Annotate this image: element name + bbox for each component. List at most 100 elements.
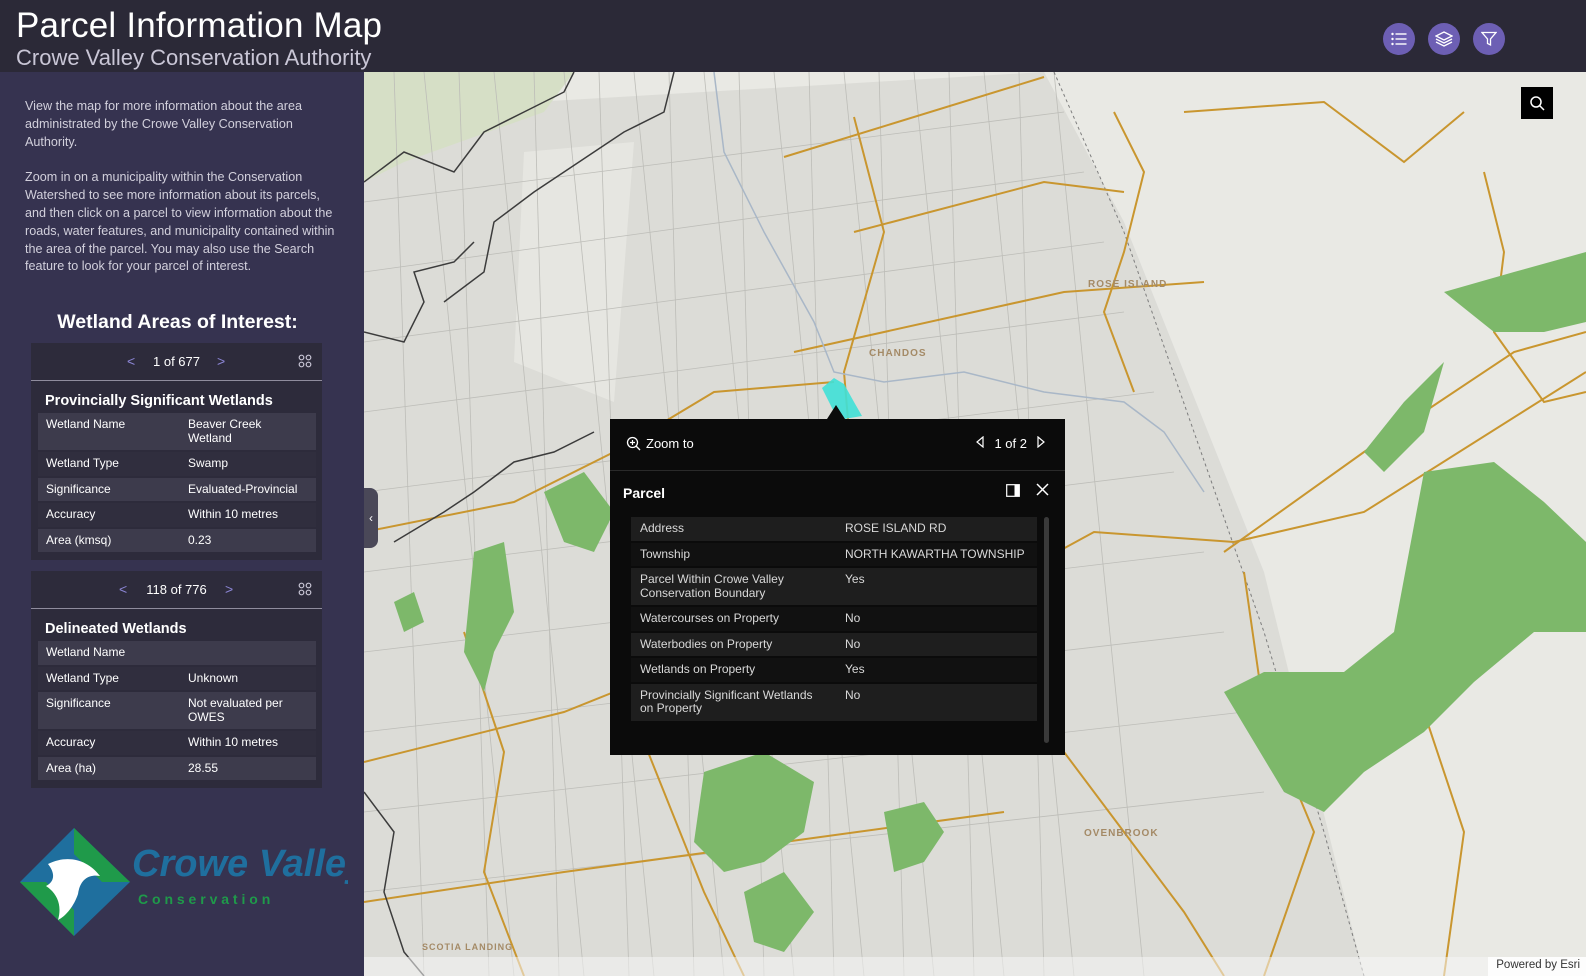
field-value: No <box>836 683 1037 721</box>
dock-icon[interactable] <box>1006 484 1020 497</box>
field-key: Watercourses on Property <box>631 607 836 631</box>
app-header: Parcel Information Map Crowe Valley Cons… <box>0 0 1586 72</box>
field-key: Significance <box>38 692 180 729</box>
field-key: Area (ha) <box>38 756 180 780</box>
zoom-to-button[interactable]: Zoom to <box>626 436 694 451</box>
intro-paragraph-2: Zoom in on a municipality within the Con… <box>25 170 335 274</box>
field-key: Provincially Significant Wetlands on Pro… <box>631 683 836 721</box>
field-value: 28.55 <box>180 756 316 780</box>
table-row: Area (kmsq) 0.23 <box>38 528 316 552</box>
field-value: Within 10 metres <box>180 503 316 527</box>
layers-icon <box>1435 31 1453 47</box>
zoom-in-icon <box>626 436 641 451</box>
collapse-panel-button[interactable]: ‹ <box>364 488 378 548</box>
field-key: Accuracy <box>38 503 180 527</box>
intro-paragraph-1: View the map for more information about … <box>25 99 302 149</box>
popup-scrollbar[interactable] <box>1044 517 1049 743</box>
table-row: Accuracy Within 10 metres <box>38 731 316 755</box>
logo-title: Crowe Valley <box>132 843 348 885</box>
field-value: Swamp <box>180 452 316 476</box>
list-button[interactable] <box>1383 23 1415 55</box>
table-row: Parcel Within Crowe Valley Conservation … <box>631 568 1037 605</box>
map-label: OVENBROOK <box>1084 828 1159 839</box>
popup-title: Parcel <box>623 485 666 501</box>
delineated-next-button[interactable]: > <box>225 581 233 597</box>
table-row: Area (ha) 28.55 <box>38 756 316 780</box>
field-value: 0.23 <box>180 528 316 552</box>
caret-left-icon <box>976 435 985 449</box>
esri-attribution[interactable]: Powered by Esri <box>1488 957 1586 976</box>
field-value: NORTH KAWARTHA TOWNSHIP <box>836 542 1037 566</box>
delineated-count: 118 of 776 <box>146 582 207 597</box>
psw-count: 1 of 677 <box>153 354 200 369</box>
field-value: Not evaluated per OWES <box>180 692 316 729</box>
field-value: Within 10 metres <box>180 731 316 755</box>
map-label: SCOTIA LANDING <box>422 942 514 952</box>
table-row: Address ROSE ISLAND RD <box>631 517 1037 541</box>
psw-next-button[interactable]: > <box>217 353 225 369</box>
table-row: Provincially Significant Wetlands on Pro… <box>631 683 1037 721</box>
delineated-table: Wetland Name Wetland Type Unknown Signifi… <box>38 639 316 782</box>
psw-card: < 1 of 677 > Provincially Significant We… <box>31 343 322 560</box>
psw-title: Provincially Significant Wetlands <box>45 393 273 409</box>
filter-icon <box>1481 31 1497 47</box>
field-value <box>180 641 316 665</box>
parcel-popup: Zoom to 1 of 2 Parcel Address ROSE ISLAND… <box>610 419 1065 755</box>
field-value: Yes <box>836 568 1037 605</box>
field-key: Wetland Type <box>38 666 180 690</box>
table-row: Waterbodies on Property No <box>631 632 1037 656</box>
table-row: Wetland Type Unknown <box>38 666 316 690</box>
field-value: Beaver Creek Wetland <box>180 413 316 450</box>
field-key: Significance <box>38 477 180 501</box>
table-row: Accuracy Within 10 metres <box>38 503 316 527</box>
table-row: Wetland Name Beaver Creek Wetland <box>38 413 316 450</box>
next-feature-button[interactable] <box>1037 435 1045 451</box>
popup-toolbar: Zoom to 1 of 2 <box>610 419 1065 471</box>
app-title: Parcel Information Map <box>16 6 383 45</box>
close-icon[interactable] <box>1035 482 1050 497</box>
popup-pointer <box>827 405 845 419</box>
layers-button[interactable] <box>1428 23 1460 55</box>
psw-table: Wetland Name Beaver Creek Wetland Wetland… <box>38 411 316 554</box>
caret-right-icon <box>1037 435 1045 449</box>
field-key: Parcel Within Crowe Valley Conservation … <box>631 568 836 605</box>
sidebar: View the map for more information about … <box>0 72 364 976</box>
parcel-attributes-table: Address ROSE ISLAND RD Township NORTH KAWA… <box>631 515 1037 723</box>
field-key: Area (kmsq) <box>38 528 180 552</box>
intro-text: View the map for more information about … <box>25 98 335 294</box>
field-key: Wetland Type <box>38 452 180 476</box>
delineated-card: < 118 of 776 > Delineated Wetlands Wetla… <box>31 571 322 788</box>
table-row: Significance Evaluated-Provincial <box>38 477 316 501</box>
table-row: Wetland Name <box>38 641 316 665</box>
field-value: Unknown <box>180 666 316 690</box>
field-key: Wetlands on Property <box>631 658 836 682</box>
map-search-button[interactable] <box>1521 87 1553 119</box>
field-key: Wetland Name <box>38 413 180 450</box>
map-footer-bar <box>364 957 1586 976</box>
grid-icon[interactable] <box>298 354 312 368</box>
map-label: CHANDOS <box>869 348 927 359</box>
feature-navigation: 1 of 2 <box>976 435 1045 451</box>
psw-pager: < 1 of 677 > <box>31 343 322 381</box>
list-icon <box>1391 32 1407 46</box>
field-key: Address <box>631 517 836 541</box>
field-key: Waterbodies on Property <box>631 632 836 656</box>
chevron-left-icon: ‹ <box>369 511 373 525</box>
table-row: Township NORTH KAWARTHA TOWNSHIP <box>631 542 1037 566</box>
field-value: No <box>836 607 1037 631</box>
delineated-title: Delineated Wetlands <box>45 621 187 637</box>
table-row: Wetland Type Swamp <box>38 452 316 476</box>
delineated-pager: < 118 of 776 > <box>31 571 322 609</box>
feature-count: 1 of 2 <box>994 436 1027 451</box>
field-value: Yes <box>836 658 1037 682</box>
grid-icon[interactable] <box>298 582 312 596</box>
previous-feature-button[interactable] <box>976 435 985 451</box>
zoom-to-label: Zoom to <box>646 436 694 451</box>
field-key: Accuracy <box>38 731 180 755</box>
wetland-heading: Wetland Areas of Interest: <box>57 311 298 333</box>
field-value: Evaluated-Provincial <box>180 477 316 501</box>
table-row: Wetlands on Property Yes <box>631 658 1037 682</box>
table-row: Significance Not evaluated per OWES <box>38 692 316 729</box>
crowe-valley-logo: Crowe Valley C o n s e r v a t i o n <box>20 828 348 936</box>
filter-button[interactable] <box>1473 23 1505 55</box>
